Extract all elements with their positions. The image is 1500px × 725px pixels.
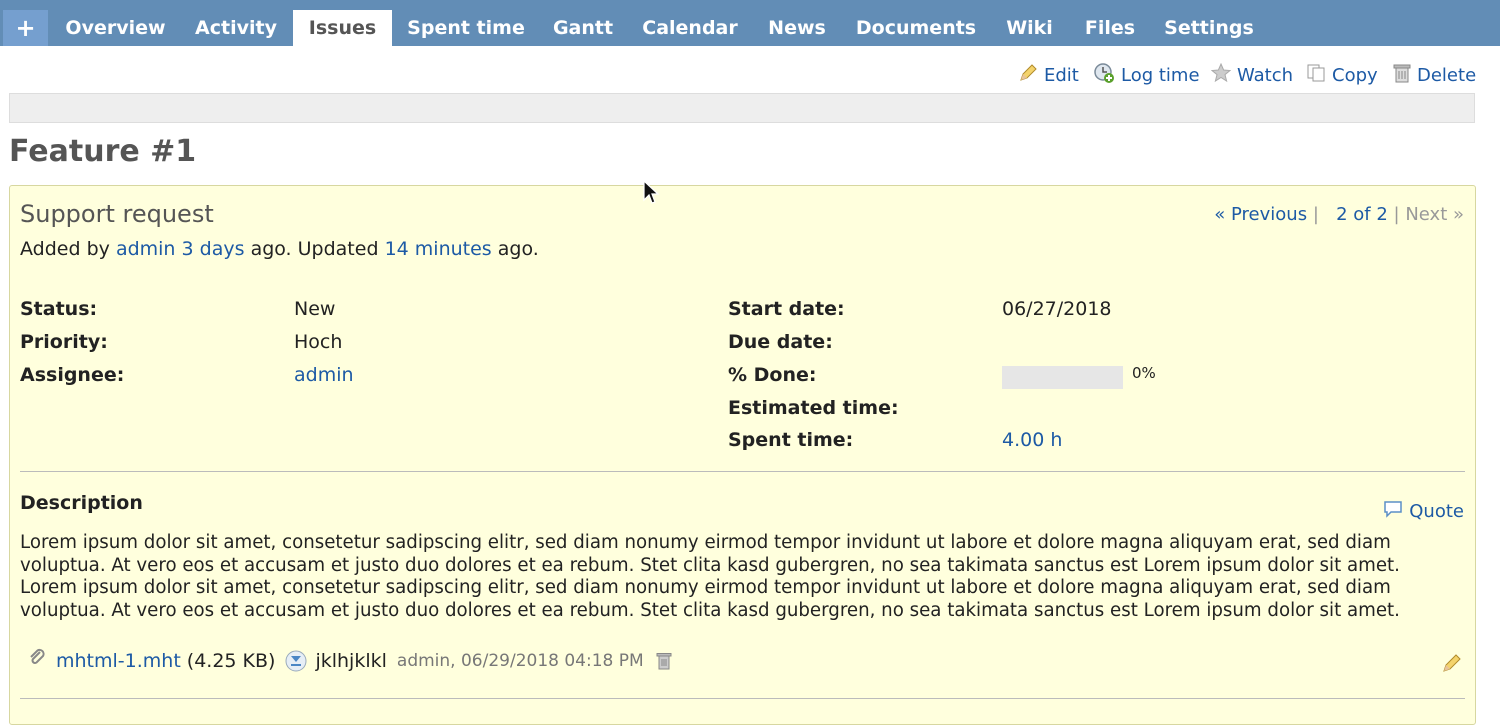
copy-icon — [1306, 63, 1326, 88]
added-prefix: Added by — [20, 238, 110, 260]
trash-icon — [1393, 63, 1411, 88]
tab-wiki[interactable]: Wiki — [992, 10, 1067, 46]
priority-value: Hoch — [294, 331, 343, 353]
download-icon[interactable] — [285, 650, 307, 672]
paperclip-icon — [28, 648, 46, 673]
done-ratio-value: 0% — [1132, 364, 1156, 382]
author-line: Added by admin 3 days ago. Updated 14 mi… — [20, 238, 539, 260]
divider — [20, 471, 1465, 472]
new-object-button[interactable]: + — [3, 10, 48, 46]
position-link[interactable]: 2 of 2 — [1336, 204, 1388, 225]
description-title: Description — [20, 492, 143, 514]
tab-spent-time[interactable]: Spent time — [396, 10, 536, 46]
edit-label: Edit — [1044, 64, 1079, 86]
main-menu: + Overview Activity Issues Spent time Ga… — [0, 0, 1500, 46]
delete-label: Delete — [1417, 64, 1477, 86]
start-date-label: Start date: — [728, 298, 845, 320]
description-text: Lorem ipsum dolor sit amet, consetetur s… — [20, 532, 1400, 621]
status-label: Status: — [20, 298, 98, 320]
estimated-time-label: Estimated time: — [728, 397, 899, 419]
spent-time-label: Spent time: — [728, 429, 854, 451]
watch-link[interactable]: Watch — [1210, 62, 1294, 88]
attachment-row: mhtml-1.mht (4.25 KB) jklhjklkl admin, 0… — [28, 648, 672, 673]
copy-link[interactable]: Copy — [1306, 62, 1378, 88]
copy-label: Copy — [1332, 64, 1378, 86]
created-ago-link[interactable]: 3 days — [182, 238, 245, 260]
assignee-label: Assignee: — [20, 364, 125, 386]
start-date-value: 06/27/2018 — [1002, 298, 1112, 320]
due-date-label: Due date: — [728, 331, 833, 353]
tab-gantt[interactable]: Gantt — [540, 10, 626, 46]
priority-label: Priority: — [20, 331, 108, 353]
flash-bar — [9, 93, 1475, 123]
attachment-meta: admin, 06/29/2018 04:18 PM — [396, 650, 644, 671]
next-link-disabled: Next » — [1405, 204, 1464, 225]
delete-link[interactable]: Delete — [1393, 62, 1476, 88]
attachment-description: jklhjklkl — [315, 649, 387, 672]
tab-files[interactable]: Files — [1071, 10, 1149, 46]
edit-attachments-icon[interactable] — [1441, 652, 1463, 678]
divider — [20, 698, 1465, 699]
clock-add-icon — [1093, 62, 1115, 89]
spent-time-link[interactable]: 4.00 h — [1002, 429, 1062, 451]
comment-icon — [1383, 500, 1403, 523]
attachment-size: (4.25 KB) — [186, 649, 276, 672]
issue-details: Support request « Previous | 2 of 2 | Ne… — [9, 185, 1476, 725]
tab-news[interactable]: News — [754, 10, 840, 46]
updated-ago-link[interactable]: 14 minutes — [385, 238, 492, 260]
tab-settings[interactable]: Settings — [1153, 10, 1265, 46]
tab-calendar[interactable]: Calendar — [630, 10, 750, 46]
assignee-link[interactable]: admin — [294, 364, 354, 386]
nav-separator: | — [1312, 204, 1319, 225]
done-ratio-label: % Done: — [728, 364, 817, 386]
updated-prefix: ago. Updated — [250, 238, 379, 260]
author-link[interactable]: admin — [116, 238, 176, 260]
previous-link[interactable]: « Previous — [1214, 204, 1307, 225]
pencil-icon — [1018, 63, 1038, 88]
tab-overview[interactable]: Overview — [50, 10, 181, 46]
status-value: New — [294, 298, 336, 320]
page-title: Feature #1 — [9, 134, 197, 169]
tab-documents[interactable]: Documents — [844, 10, 988, 46]
watch-label: Watch — [1237, 64, 1294, 86]
issue-subject: Support request — [20, 200, 214, 228]
quote-link[interactable]: Quote — [1383, 500, 1464, 523]
tab-activity[interactable]: Activity — [183, 10, 289, 46]
log-time-label: Log time — [1121, 64, 1200, 86]
quote-label: Quote — [1409, 501, 1464, 522]
tab-issues[interactable]: Issues — [293, 10, 392, 46]
progress-bar — [1002, 366, 1123, 389]
nav-separator: | — [1393, 204, 1400, 225]
ago-suffix: ago. — [497, 238, 539, 260]
log-time-link[interactable]: Log time — [1093, 62, 1200, 88]
edit-link[interactable]: Edit — [1018, 62, 1079, 88]
trash-icon[interactable] — [656, 652, 672, 670]
mouse-cursor-icon — [643, 179, 660, 210]
star-icon — [1210, 62, 1232, 88]
attachment-link[interactable]: mhtml-1.mht — [56, 650, 181, 672]
issue-navigation: « Previous | 2 of 2 | Next » — [1214, 204, 1464, 225]
